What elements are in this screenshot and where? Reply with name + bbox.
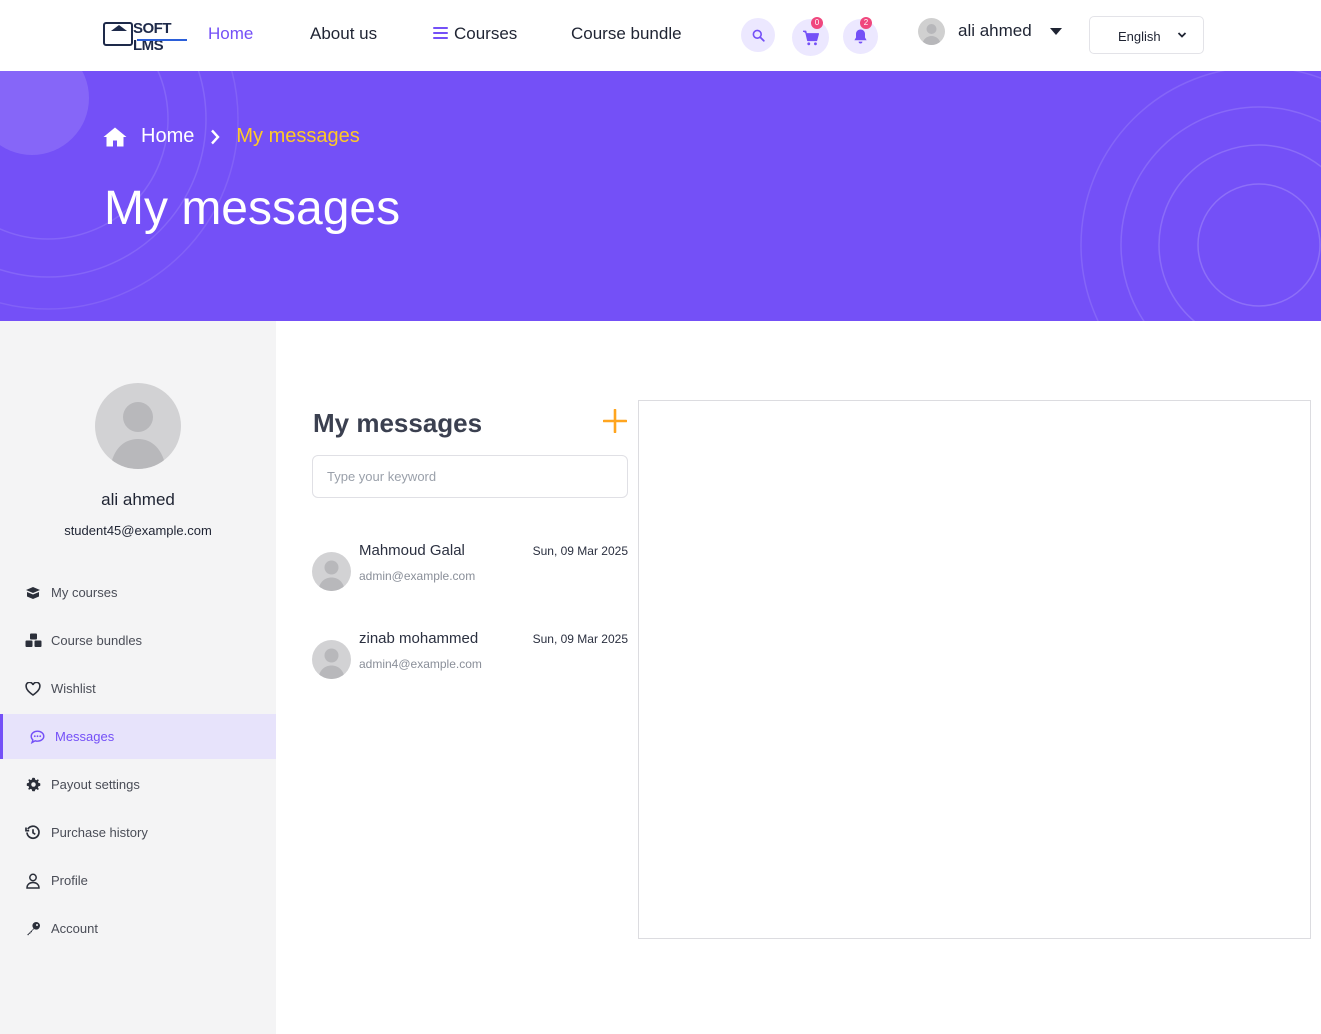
avatar-silhouette-icon <box>110 402 166 469</box>
sidebar-item-label: My courses <box>51 585 118 600</box>
nav-courses[interactable]: Courses <box>433 24 517 44</box>
sidebar-item-label: Course bundles <box>51 633 143 648</box>
sidebar-item-label: Messages <box>55 729 115 744</box>
sidebar-item-label: Payout settings <box>51 777 140 792</box>
sidebar-item-wishlist[interactable]: Wishlist <box>0 666 276 711</box>
key-icon <box>24 920 42 938</box>
sidebar-item-course-bundles[interactable]: Course bundles <box>0 618 276 663</box>
notification-count-badge: 2 <box>860 17 872 29</box>
cart-icon <box>802 30 819 45</box>
search-button[interactable] <box>741 18 775 52</box>
sidebar-item-my-courses[interactable]: My courses <box>0 570 276 615</box>
avatar-silhouette-icon <box>318 560 345 591</box>
caret-down-icon <box>1049 27 1062 35</box>
contact-email: admin4@example.com <box>359 657 482 671</box>
nav-home[interactable]: Home <box>208 24 253 44</box>
nav-about-us[interactable]: About us <box>310 24 377 44</box>
logo-underline <box>137 39 187 41</box>
search-icon <box>752 29 765 42</box>
sidebar-item-payout-settings[interactable]: Payout settings <box>0 762 276 807</box>
breadcrumb-home-link[interactable]: Home <box>141 125 194 148</box>
new-message-button[interactable] <box>602 408 628 434</box>
message-search-input[interactable] <box>312 455 628 498</box>
sidebar-item-label: Account <box>51 921 98 936</box>
plus-icon <box>602 408 628 434</box>
contact-name: zinab mohammed <box>359 630 479 647</box>
sidebar-item-profile[interactable]: Profile <box>0 858 276 903</box>
notifications-button[interactable]: 2 <box>843 17 878 54</box>
chevron-right-icon <box>211 129 220 144</box>
logo-cap-icon <box>111 25 127 31</box>
history-icon <box>24 824 42 842</box>
decorative-circles-right <box>1080 71 1321 321</box>
cart-count-badge: 0 <box>811 17 823 29</box>
account-sidebar: ali ahmed student45@example.com My cours… <box>0 321 276 1034</box>
page-title: My messages <box>104 182 401 235</box>
messages-heading: My messages <box>313 408 483 438</box>
sidebar-item-label: Purchase history <box>51 825 148 840</box>
chat-bubble-icon <box>28 728 46 746</box>
heart-icon <box>24 680 42 698</box>
sidebar-item-account[interactable]: Account <box>0 906 276 951</box>
sidebar-item-label: Profile <box>51 873 88 888</box>
profile-avatar <box>95 383 181 469</box>
cart-button[interactable]: 0 <box>792 17 829 56</box>
language-selected: English <box>1118 29 1161 44</box>
cubes-icon <box>24 632 42 650</box>
bell-icon <box>854 29 867 44</box>
contact-email: admin@example.com <box>359 569 476 583</box>
contact-name: Mahmoud Galal <box>359 542 465 559</box>
user-name: ali ahmed <box>958 21 1032 40</box>
avatar-silhouette-icon <box>922 23 941 45</box>
language-select[interactable]: English <box>1089 16 1204 54</box>
contact-avatar <box>312 552 351 591</box>
box-open-icon <box>24 584 42 602</box>
site-logo[interactable]: SOFT LMS <box>103 20 189 54</box>
user-icon <box>24 872 42 890</box>
profile-email: student45@example.com <box>64 523 212 538</box>
conversation-date: Sun, 09 Mar 2025 <box>532 544 628 558</box>
profile-name: ali ahmed <box>101 490 175 509</box>
contact-avatar <box>312 640 351 679</box>
chevron-down-icon <box>1177 32 1187 38</box>
hamburger-icon <box>433 27 448 39</box>
page-banner: Home My messages My messages <box>0 71 1321 321</box>
conversation-item[interactable]: Mahmoud Galal admin@example.com Sun, 09 … <box>312 542 628 602</box>
conversation-date: Sun, 09 Mar 2025 <box>532 632 628 646</box>
user-menu[interactable]: ali ahmed <box>918 17 1062 45</box>
top-header: SOFT LMS Home About us Courses Course bu… <box>0 0 1321 71</box>
logo-wordmark: SOFT LMS <box>133 20 172 54</box>
nav-courses-label: Courses <box>454 24 518 43</box>
sidebar-item-label: Wishlist <box>51 681 96 696</box>
gear-icon <box>24 776 42 794</box>
breadcrumb-current: My messages <box>236 125 360 147</box>
home-icon[interactable] <box>103 127 127 147</box>
user-avatar <box>918 17 945 45</box>
conversation-item[interactable]: zinab mohammed admin4@example.com Sun, 0… <box>312 630 628 690</box>
conversation-panel <box>638 400 1311 939</box>
breadcrumb: Home My messages <box>103 125 360 148</box>
nav-course-bundle[interactable]: Course bundle <box>571 24 682 44</box>
sidebar-item-messages[interactable]: Messages <box>0 714 276 759</box>
avatar-silhouette-icon <box>318 648 345 679</box>
sidebar-item-purchase-history[interactable]: Purchase history <box>0 810 276 855</box>
